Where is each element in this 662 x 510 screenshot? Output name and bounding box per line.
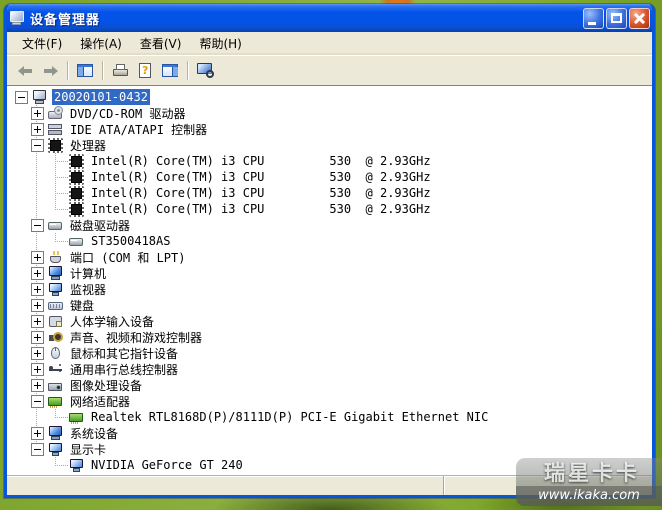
expand-toggle[interactable] — [31, 266, 44, 280]
forward-button[interactable] — [38, 60, 63, 82]
menu-item-action[interactable]: 操作(A) — [71, 33, 131, 54]
tree-item-label: NVIDIA GeForce GT 240 — [91, 458, 243, 472]
tree-item-label: Intel(R) Core(TM) i3 CPU 530 @ 2.93GHz — [91, 186, 431, 200]
tree-item-label: 处理器 — [70, 138, 107, 153]
expand-toggle[interactable] — [31, 298, 44, 312]
cpu-icon — [48, 137, 64, 153]
expand-toggle[interactable] — [31, 426, 44, 440]
cpu-icon — [69, 153, 85, 169]
collapse-toggle[interactable] — [31, 442, 44, 456]
cpu-icon — [69, 169, 85, 185]
ide-controller-icon — [48, 122, 64, 137]
disk-drive-icon — [48, 218, 64, 233]
expand-toggle[interactable] — [31, 346, 44, 360]
display-adapter-icon — [48, 442, 64, 457]
tree-item[interactable]: 磁盘驱动器 — [7, 217, 652, 233]
show-pane-button[interactable] — [158, 60, 183, 82]
menu-item-file[interactable]: 文件(F) — [13, 33, 71, 54]
expand-toggle[interactable] — [31, 106, 44, 120]
expand-toggle[interactable] — [31, 250, 44, 264]
display-adapter-icon — [69, 458, 85, 473]
watermark-site: www.ikaka.com — [516, 486, 662, 506]
tree-item[interactable]: 显示卡 — [7, 441, 652, 457]
window-title: 设备管理器 — [30, 12, 101, 28]
print-icon — [112, 63, 129, 78]
usb-icon — [48, 362, 64, 377]
keyboard-icon — [48, 298, 64, 313]
menu-item-view[interactable]: 查看(V) — [131, 33, 191, 54]
tree-item-label: Intel(R) Core(TM) i3 CPU 530 @ 2.93GHz — [91, 170, 431, 184]
system-device-icon — [48, 425, 64, 441]
tree-item[interactable]: 监视器 — [7, 281, 652, 297]
expand-toggle[interactable] — [31, 122, 44, 136]
back-icon — [17, 63, 34, 78]
tree-item-label: 显示卡 — [70, 442, 107, 457]
tree-item-label: Intel(R) Core(TM) i3 CPU 530 @ 2.93GHz — [91, 154, 431, 168]
network-adapter-icon — [48, 394, 64, 409]
tree-item-label: Intel(R) Core(TM) i3 CPU 530 @ 2.93GHz — [91, 202, 431, 216]
print-button[interactable] — [108, 60, 133, 82]
collapse-toggle[interactable] — [31, 218, 44, 232]
back-button[interactable] — [13, 60, 38, 82]
desktop: { "window": { "title": "设备管理器" }, "menu_… — [0, 0, 662, 510]
expand-toggle[interactable] — [31, 330, 44, 344]
forward-icon — [42, 63, 59, 78]
scan-hardware-icon — [197, 63, 214, 78]
device-manager-window: 设备管理器 文件(F)操作(A)查看(V)帮助(H) 20020101-0432… — [4, 4, 655, 498]
tree-item[interactable]: Intel(R) Core(TM) i3 CPU 530 @ 2.93GHz — [7, 169, 652, 185]
collapse-toggle[interactable] — [31, 394, 44, 408]
show-console-tree-button[interactable] — [73, 60, 98, 82]
toolbar-separator — [67, 61, 69, 80]
help-document-icon — [137, 63, 154, 78]
close-button[interactable] — [629, 7, 650, 29]
disk-drive-icon — [69, 234, 85, 249]
tree-item[interactable]: Intel(R) Core(TM) i3 CPU 530 @ 2.93GHz — [7, 185, 652, 201]
network-adapter-icon — [69, 410, 85, 425]
cd-drive-icon — [48, 105, 64, 121]
expand-toggle[interactable] — [31, 362, 44, 376]
device-manager-icon — [9, 10, 25, 26]
expand-toggle[interactable] — [31, 282, 44, 296]
serial-port-icon — [48, 250, 64, 265]
imaging-device-icon — [48, 378, 64, 393]
minimize-button[interactable] — [583, 7, 604, 29]
toolbar-separator — [102, 61, 104, 80]
status-pane-left — [7, 476, 444, 495]
menu-item-help[interactable]: 帮助(H) — [190, 33, 250, 54]
device-tree: 20020101-0432 DVD/CD-ROM 驱动器 IDE ATA/ATA… — [7, 85, 652, 475]
collapse-toggle[interactable] — [15, 90, 28, 104]
hid-device-icon — [48, 314, 64, 329]
mouse-icon — [48, 346, 64, 361]
tree-item[interactable]: 网络适配器 — [7, 393, 652, 409]
menu-bar: 文件(F) 操作(A) 查看(V) 帮助(H) — [7, 32, 652, 56]
scan-hardware-button[interactable] — [193, 60, 218, 82]
tree-item-label: 磁盘驱动器 — [70, 218, 131, 233]
collapse-toggle[interactable] — [31, 138, 44, 152]
monitor-icon — [48, 282, 64, 297]
cpu-icon — [69, 201, 85, 217]
maximize-button[interactable] — [606, 7, 627, 29]
expand-toggle[interactable] — [31, 378, 44, 392]
computer-icon — [32, 89, 48, 105]
help-document-button[interactable] — [133, 60, 158, 82]
toolbar-separator — [187, 61, 189, 80]
toolbar — [7, 56, 652, 85]
tree-item[interactable]: Intel(R) Core(TM) i3 CPU 530 @ 2.93GHz — [7, 153, 652, 169]
computer-system-icon — [48, 265, 64, 281]
tree-item[interactable]: 处理器 — [7, 137, 652, 153]
watermark-brand: 瑞星卡卡 — [544, 461, 640, 485]
watermark: 瑞星卡卡 www.ikaka.com — [516, 458, 662, 506]
expand-toggle[interactable] — [31, 314, 44, 328]
sound-icon — [48, 330, 64, 345]
show-pane-icon — [162, 63, 179, 78]
tree-item-label: 网络适配器 — [70, 394, 131, 409]
cpu-icon — [69, 185, 85, 201]
tree-item-label: Realtek RTL8168D(P)/8111D(P) PCI-E Gigab… — [91, 410, 489, 424]
title-bar[interactable]: 设备管理器 — [7, 4, 652, 32]
show-console-tree-icon — [77, 63, 94, 78]
